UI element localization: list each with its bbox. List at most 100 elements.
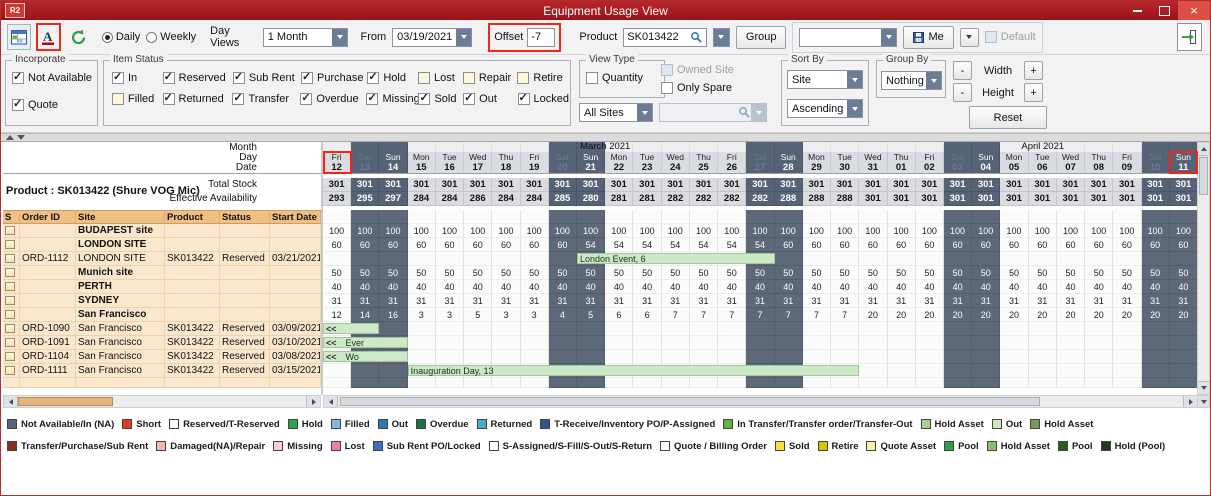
grid-cell[interactable] <box>803 350 831 364</box>
grid-cell[interactable]: 50 <box>549 266 577 280</box>
table-row[interactable] <box>3 378 321 388</box>
grid-cell[interactable]: 20 <box>1029 308 1057 322</box>
grid-cell[interactable] <box>916 336 944 350</box>
grid-cell[interactable]: 54 <box>746 238 774 252</box>
grid-cell[interactable]: 7 <box>803 308 831 322</box>
grid-cell[interactable]: 14 <box>351 308 379 322</box>
grid-cell[interactable] <box>916 378 944 388</box>
checkbox-purchase[interactable]: Purchase <box>301 72 367 84</box>
grid-cell[interactable] <box>888 252 916 266</box>
grid-cell[interactable]: 60 <box>972 238 1000 252</box>
grid-cell[interactable]: 50 <box>323 266 351 280</box>
grid-cell[interactable]: 54 <box>633 238 661 252</box>
checkbox-hold[interactable]: Hold <box>367 72 418 84</box>
grid-cell[interactable]: 100 <box>944 224 972 238</box>
grid-cell[interactable]: 100 <box>972 224 1000 238</box>
checkbox-returned[interactable]: Returned <box>163 93 233 105</box>
grid-cell[interactable]: 40 <box>1085 280 1113 294</box>
grid-cell[interactable]: 60 <box>379 238 407 252</box>
checkbox-retire[interactable]: Retire <box>517 72 570 84</box>
grid-cell[interactable] <box>492 350 520 364</box>
grid-cell[interactable] <box>1113 252 1141 266</box>
grid-cell[interactable]: 20 <box>916 308 944 322</box>
grid-cell[interactable] <box>408 350 436 364</box>
grid-cell[interactable]: 40 <box>1142 280 1170 294</box>
left-horizontal-scrollbar[interactable] <box>3 395 321 408</box>
sort-field-select[interactable]: Site <box>787 70 863 89</box>
grid-cell[interactable] <box>436 322 464 336</box>
grid-cell[interactable] <box>577 322 605 336</box>
table-row[interactable]: Munich site <box>3 266 321 280</box>
grid-cell[interactable] <box>605 378 633 388</box>
grid-cell[interactable] <box>1000 252 1028 266</box>
sort-direction-select[interactable]: Ascending <box>787 99 863 118</box>
scrollbar-track[interactable] <box>338 396 1183 407</box>
grid-cell[interactable]: 54 <box>605 238 633 252</box>
checkbox-missing[interactable]: Missing <box>366 93 418 105</box>
grid-cell[interactable]: 54 <box>662 238 690 252</box>
grid-cell[interactable] <box>464 378 492 388</box>
profile-select[interactable] <box>799 28 897 47</box>
grid-cell[interactable] <box>803 252 831 266</box>
grid-cell[interactable]: 60 <box>916 238 944 252</box>
grid-cell[interactable]: 40 <box>633 280 661 294</box>
grid-cell[interactable]: 60 <box>1142 238 1170 252</box>
grid-cell[interactable] <box>577 378 605 388</box>
booking-bar[interactable]: <<Wo <box>323 351 408 362</box>
grid-cell[interactable]: 100 <box>1085 224 1113 238</box>
grid-cell[interactable] <box>859 322 887 336</box>
scroll-up-icon[interactable] <box>1198 143 1209 156</box>
grid-cell[interactable] <box>888 350 916 364</box>
grid-cell[interactable] <box>1000 364 1028 378</box>
grid-cell[interactable] <box>775 252 803 266</box>
grid-cell[interactable] <box>351 378 379 388</box>
grid-cell[interactable]: 60 <box>521 238 549 252</box>
grid-cell[interactable] <box>379 252 407 266</box>
scrollbar-thumb[interactable] <box>1199 157 1208 195</box>
grid-cell[interactable] <box>775 378 803 388</box>
table-row[interactable]: ORD-1111San FranciscoSK013422Reserved03/… <box>3 364 321 378</box>
grid-cell[interactable]: 50 <box>1170 266 1198 280</box>
table-row[interactable]: ORD-1090San FranciscoSK013422Reserved03/… <box>3 322 321 336</box>
grid-cell[interactable]: 100 <box>775 224 803 238</box>
grid-cell[interactable] <box>436 336 464 350</box>
grid-cell[interactable]: 20 <box>888 308 916 322</box>
grid-cell[interactable] <box>521 378 549 388</box>
table-row[interactable]: San Francisco <box>3 308 321 322</box>
grid-cell[interactable] <box>775 336 803 350</box>
grid-cell[interactable] <box>464 322 492 336</box>
booking-bar[interactable]: << <box>323 323 379 334</box>
grid-cell[interactable] <box>1170 364 1198 378</box>
grid-cell[interactable]: 60 <box>831 238 859 252</box>
grid-cell[interactable] <box>521 322 549 336</box>
grid-cell[interactable] <box>718 322 746 336</box>
grid-cell[interactable]: 60 <box>408 238 436 252</box>
grid-cell[interactable]: 100 <box>408 224 436 238</box>
collapse-down-icon[interactable] <box>17 135 25 140</box>
grid-cell[interactable]: 40 <box>718 280 746 294</box>
scrollbar-thumb[interactable] <box>340 397 1040 406</box>
grid-cell[interactable] <box>1113 336 1141 350</box>
grid-cell[interactable] <box>1113 350 1141 364</box>
grid-cell[interactable]: 3 <box>492 308 520 322</box>
grid-cell[interactable] <box>492 336 520 350</box>
grid-cell[interactable] <box>323 252 351 266</box>
grid-cell[interactable]: 50 <box>803 266 831 280</box>
grid-cell[interactable]: 50 <box>521 266 549 280</box>
grid-cell[interactable]: 50 <box>888 266 916 280</box>
grid-cell[interactable] <box>944 336 972 350</box>
grid-cell[interactable]: 31 <box>605 294 633 308</box>
grid-cell[interactable] <box>436 350 464 364</box>
grid-cell[interactable] <box>1142 364 1170 378</box>
grid-cell[interactable] <box>464 252 492 266</box>
grid-cell[interactable] <box>859 336 887 350</box>
grid-cell[interactable]: 31 <box>379 294 407 308</box>
close-button[interactable]: × <box>1178 1 1210 20</box>
table-row[interactable]: PERTH <box>3 280 321 294</box>
grid-cell[interactable]: 60 <box>859 238 887 252</box>
grid-cell[interactable] <box>888 364 916 378</box>
grid-cell[interactable]: 100 <box>916 224 944 238</box>
grid-cell[interactable] <box>1170 378 1198 388</box>
grid-cell[interactable]: 50 <box>972 266 1000 280</box>
table-row[interactable]: ORD-1112LONDON SITESK013422Reserved03/21… <box>3 252 321 266</box>
